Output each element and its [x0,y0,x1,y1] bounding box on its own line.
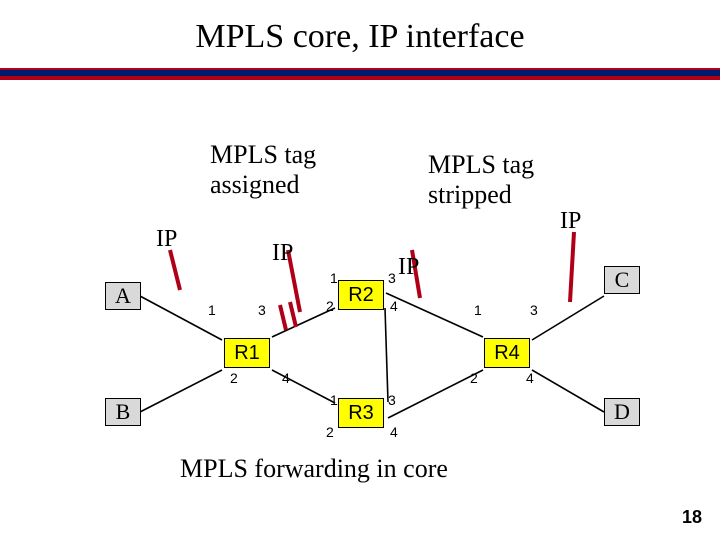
port-r1-4: 4 [282,370,290,386]
router-r3: R3 [338,398,384,428]
port-r3-1: 1 [330,392,338,408]
caption-stripped: MPLS tag stripped [428,150,534,210]
router-r1: R1 [224,338,270,368]
port-r3-4: 4 [390,424,398,440]
port-r1-1: 1 [208,302,216,318]
page-number: 18 [682,507,702,528]
caption-assigned-l2: assigned [210,170,300,199]
ip-label-a: IP [156,226,177,253]
port-r4-3: 3 [530,302,538,318]
caption-assigned: MPLS tag assigned [210,140,316,200]
caption-stripped-l1: MPLS tag [428,150,534,179]
port-r1-3: 3 [258,302,266,318]
port-r2-4: 4 [390,298,398,314]
port-r3-2: 2 [326,424,334,440]
port-r2-1: 1 [330,270,338,286]
ip-label-b: IP [272,240,293,267]
router-r4: R4 [484,338,530,368]
caption-stripped-l2: stripped [428,180,512,209]
ip-label-d: IP [560,208,581,235]
ip-label-c: IP [398,254,419,281]
host-b: B [105,398,141,426]
slide-title: MPLS core, IP interface [0,0,720,56]
host-d: D [604,398,640,426]
port-r2-2: 2 [326,298,334,314]
port-r2-3: 3 [388,270,396,286]
caption-core: MPLS forwarding in core [180,454,448,484]
host-a: A [105,282,141,310]
port-r3-3: 3 [388,392,396,408]
router-r2: R2 [338,280,384,310]
port-r4-1: 1 [474,302,482,318]
host-c: C [604,266,640,294]
title-rule-inner [0,70,720,76]
caption-assigned-l1: MPLS tag [210,140,316,169]
port-r4-4: 4 [526,370,534,386]
port-r4-2: 2 [470,370,478,386]
port-r1-2: 2 [230,370,238,386]
